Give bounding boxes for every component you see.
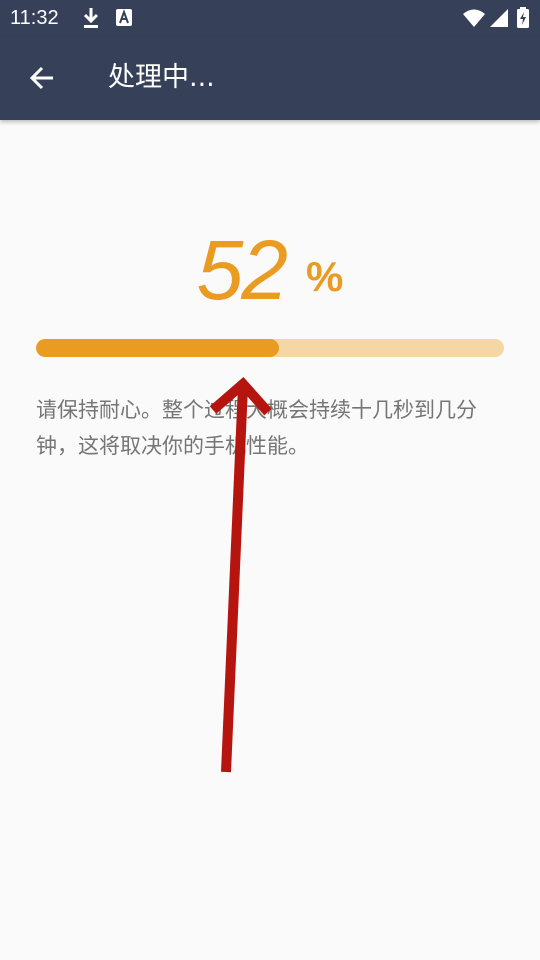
progress-readout: 52%	[0, 222, 540, 318]
patience-message: 请保持耐心。整个过程大概会持续十几秒到几分钟，这将取决你的手机性能。	[36, 398, 477, 458]
battery-charging-icon	[517, 7, 529, 28]
app-bar: 处理中...	[0, 36, 540, 120]
page-title: 处理中...	[108, 62, 215, 93]
back-button[interactable]	[18, 54, 66, 102]
arrow-back-icon	[29, 66, 53, 90]
progress-percentage: 52	[196, 223, 288, 317]
wifi-icon	[463, 9, 485, 27]
signal-icon	[490, 9, 508, 27]
annotation-arrow	[209, 376, 272, 773]
status-bar: 11:32	[0, 0, 540, 36]
status-time: 11:32	[10, 7, 59, 29]
text-recognition-icon	[116, 9, 132, 26]
progress-bar	[36, 339, 504, 357]
progress-fill	[36, 339, 280, 357]
download-icon	[83, 8, 99, 28]
progress-unit: %	[306, 253, 344, 300]
